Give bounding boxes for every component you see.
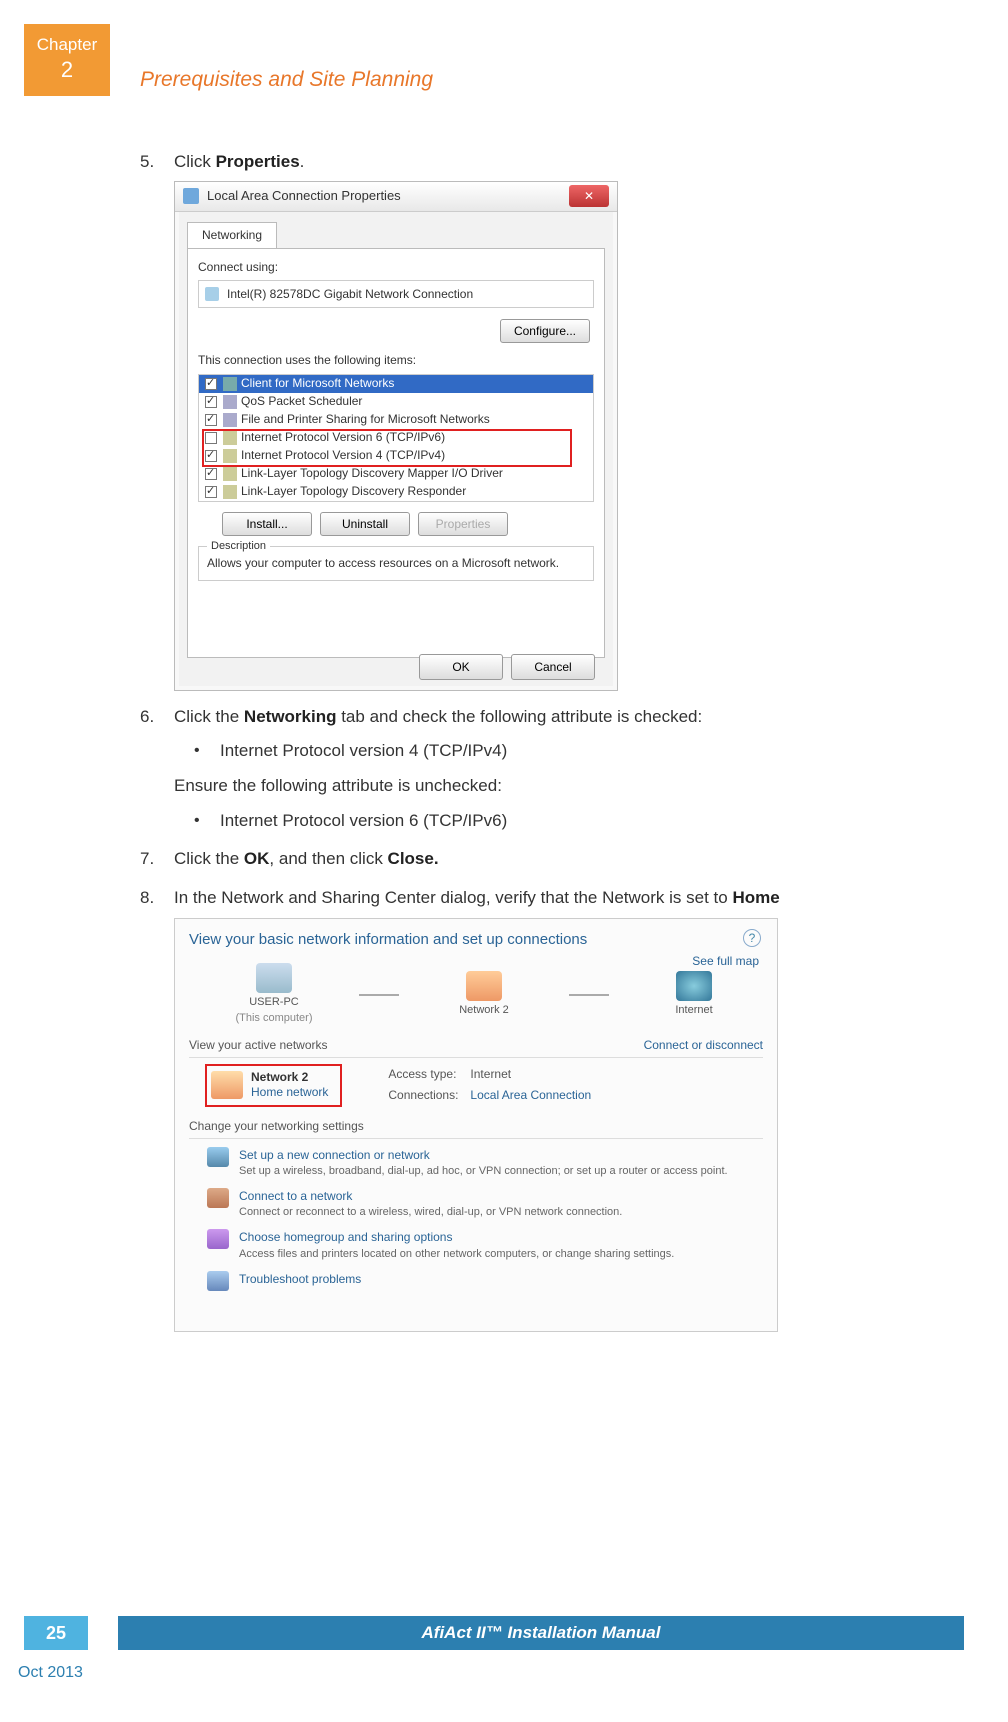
- network-type-link[interactable]: Home network: [251, 1085, 328, 1099]
- local-area-connection-link[interactable]: Local Area Connection: [470, 1088, 591, 1102]
- homegroup-icon: [207, 1229, 229, 1249]
- description-text: Allows your computer to access resources…: [207, 555, 585, 572]
- step-6-mid: Ensure the following attribute is unchec…: [174, 774, 930, 799]
- connect-disconnect-link[interactable]: Connect or disconnect: [644, 1037, 763, 1054]
- items-label: This connection uses the following items…: [198, 352, 594, 369]
- step-8: 8. In the Network and Sharing Center dia…: [140, 886, 930, 1333]
- list-item[interactable]: Link-Layer Topology Discovery Mapper I/O…: [199, 465, 593, 483]
- list-item[interactable]: Link-Layer Topology Discovery Responder: [199, 483, 593, 501]
- tab-networking[interactable]: Networking: [187, 222, 277, 248]
- content-area: 5. Click Properties. Local Area Connecti…: [140, 150, 930, 1346]
- list-item[interactable]: File and Printer Sharing for Microsoft N…: [199, 411, 593, 429]
- d2-title: View your basic network information and …: [189, 929, 763, 951]
- page-number: 25: [24, 1616, 88, 1650]
- chapter-tab: Chapter 2: [24, 24, 110, 96]
- network-map: USER-PC (This computer) Network 2 Intern…: [229, 963, 763, 1027]
- change-settings-heading: Change your networking settings: [189, 1118, 364, 1135]
- connector-line: [359, 994, 399, 996]
- connector-line: [569, 994, 609, 996]
- dialog-titlebar: Local Area Connection Properties ✕: [175, 182, 617, 212]
- active-network-highlight: Network 2 Home network: [205, 1064, 342, 1107]
- globe-icon: [676, 971, 712, 1001]
- network-name: Network 2: [251, 1070, 328, 1086]
- checkbox-icon[interactable]: [205, 378, 217, 390]
- description-group: Description Allows your computer to acce…: [198, 546, 594, 581]
- connect-network-icon: [207, 1188, 229, 1208]
- ok-button[interactable]: OK: [419, 654, 503, 680]
- checkbox-icon[interactable]: [205, 396, 217, 408]
- cancel-button[interactable]: Cancel: [511, 654, 595, 680]
- list-item[interactable]: Client for Microsoft Networks: [199, 375, 593, 393]
- access-info: Access type:Internet Connections:Local A…: [386, 1064, 603, 1109]
- checkbox-icon[interactable]: [205, 414, 217, 426]
- dialog-panel: Connect using: Intel(R) 82578DC Gigabit …: [187, 248, 605, 658]
- connect-using-label: Connect using:: [198, 259, 594, 276]
- chapter-number: 2: [24, 56, 110, 85]
- nic-icon: [205, 287, 219, 301]
- items-listbox[interactable]: Client for Microsoft Networks QoS Packet…: [198, 374, 594, 502]
- component-icon: [223, 431, 237, 445]
- new-connection-icon: [207, 1147, 229, 1167]
- active-networks-section: View your active networks Connect or dis…: [189, 1037, 763, 1108]
- network-sharing-dialog: ? View your basic network information an…: [174, 918, 778, 1332]
- change-settings-section: Change your networking settings Set up a…: [189, 1118, 763, 1290]
- configure-button[interactable]: Configure...: [500, 319, 590, 343]
- home-network-icon: [211, 1071, 243, 1099]
- see-full-map-link[interactable]: See full map: [692, 953, 759, 970]
- bullet-ipv4: Internet Protocol version 4 (TCP/IPv4): [194, 739, 930, 764]
- window-icon: [183, 188, 199, 204]
- bullet-ipv6: Internet Protocol version 6 (TCP/IPv6): [194, 809, 930, 834]
- step-7: 7. Click the OK, and then click Close.: [140, 847, 930, 872]
- node-internet: Internet: [649, 971, 739, 1019]
- chapter-label: Chapter: [37, 35, 97, 54]
- uninstall-button[interactable]: Uninstall: [320, 512, 410, 536]
- checkbox-icon[interactable]: [205, 468, 217, 480]
- setting-item[interactable]: Set up a new connection or network Set u…: [207, 1147, 763, 1180]
- component-icon: [223, 467, 237, 481]
- node-pc: USER-PC (This computer): [229, 963, 319, 1027]
- list-item[interactable]: Internet Protocol Version 4 (TCP/IPv4): [199, 447, 593, 465]
- setting-item[interactable]: Troubleshoot problems: [207, 1271, 763, 1291]
- footer-date: Oct 2013: [18, 1664, 83, 1682]
- setting-item[interactable]: Choose homegroup and sharing options Acc…: [207, 1229, 763, 1262]
- section-title: Prerequisites and Site Planning: [140, 68, 433, 92]
- adapter-name: Intel(R) 82578DC Gigabit Network Connect…: [227, 286, 473, 303]
- footer-bar: 25 AfiAct II™ Installation Manual: [24, 1616, 964, 1650]
- node-network: Network 2: [439, 971, 529, 1019]
- component-icon: [223, 413, 237, 427]
- setting-item[interactable]: Connect to a network Connect or reconnec…: [207, 1188, 763, 1221]
- step-6: 6. Click the Networking tab and check th…: [140, 705, 930, 834]
- step-5: 5. Click Properties. Local Area Connecti…: [140, 150, 930, 691]
- component-icon: [223, 485, 237, 499]
- list-item[interactable]: Internet Protocol Version 6 (TCP/IPv6): [199, 429, 593, 447]
- troubleshoot-icon: [207, 1271, 229, 1291]
- list-item[interactable]: QoS Packet Scheduler: [199, 393, 593, 411]
- component-icon: [223, 377, 237, 391]
- active-networks-heading: View your active networks: [189, 1037, 328, 1054]
- properties-dialog: Local Area Connection Properties ✕ Netwo…: [174, 181, 618, 691]
- checkbox-icon[interactable]: [205, 450, 217, 462]
- description-legend: Description: [207, 539, 270, 555]
- properties-button[interactable]: Properties: [418, 512, 508, 536]
- close-button[interactable]: ✕: [569, 185, 609, 207]
- pc-icon: [256, 963, 292, 993]
- adapter-field: Intel(R) 82578DC Gigabit Network Connect…: [198, 280, 594, 308]
- checkbox-icon[interactable]: [205, 432, 217, 444]
- component-icon: [223, 449, 237, 463]
- manual-title: AfiAct II™ Installation Manual: [118, 1616, 964, 1650]
- install-button[interactable]: Install...: [222, 512, 312, 536]
- dialog-title: Local Area Connection Properties: [207, 187, 401, 206]
- component-icon: [223, 395, 237, 409]
- checkbox-icon[interactable]: [205, 486, 217, 498]
- house-icon: [466, 971, 502, 1001]
